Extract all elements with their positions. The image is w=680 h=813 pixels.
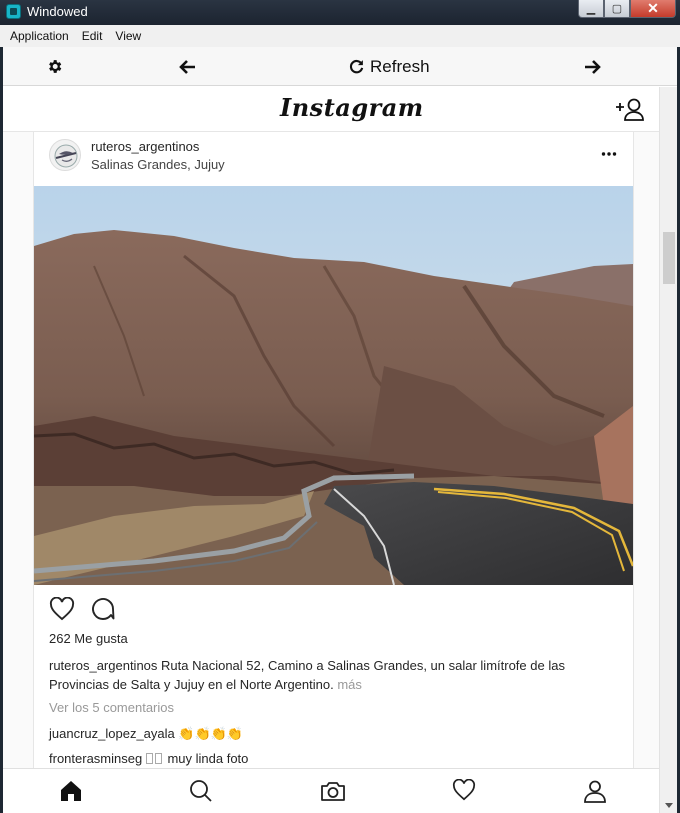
post-username[interactable]: ruteros_argentinos (91, 139, 199, 154)
close-button[interactable]: ✕ (630, 0, 676, 18)
caption-more-link[interactable]: más (334, 677, 362, 692)
menu-bar: Application Edit View (0, 25, 680, 47)
post-header: ruteros_argentinos Salinas Grandes, Juju… (34, 132, 633, 186)
window-border-left (0, 47, 3, 813)
app-window: Windowed ▁ ▢ ✕ Application Edit View Ref… (0, 0, 680, 813)
add-user-icon (616, 98, 644, 121)
menu-edit[interactable]: Edit (82, 29, 103, 43)
refresh-label: Refresh (370, 56, 430, 76)
avatar[interactable] (49, 139, 81, 171)
camera-icon (321, 782, 345, 801)
vertical-scrollbar[interactable] (659, 87, 677, 813)
emoji-placeholder (145, 753, 153, 764)
heart-icon[interactable] (49, 597, 75, 621)
nav-profile[interactable] (583, 779, 607, 808)
window-title: Windowed (27, 4, 88, 19)
nav-camera[interactable] (320, 779, 346, 808)
view-comments-link[interactable]: Ver los 5 comentarios (49, 700, 174, 715)
back-button[interactable] (176, 47, 198, 86)
nav-search[interactable] (189, 779, 213, 808)
scrollbar-thumb[interactable] (663, 232, 675, 284)
settings-button[interactable] (43, 47, 65, 86)
bottom-nav (3, 768, 659, 813)
comment-username[interactable]: fronterasminseg (49, 751, 142, 766)
refresh-button[interactable]: Refresh (348, 47, 430, 86)
menu-application[interactable]: Application (10, 29, 69, 43)
comment-text: 👏👏👏👏 (174, 726, 244, 741)
minimize-button[interactable]: ▁ (578, 0, 604, 18)
ellipsis-icon (601, 152, 617, 156)
feed[interactable]: ruteros_argentinos Salinas Grandes, Juju… (3, 132, 659, 768)
scroll-down-arrow-icon[interactable] (665, 803, 673, 808)
comment-icon[interactable] (91, 597, 115, 621)
toolbar: Refresh (3, 47, 678, 86)
title-bar: Windowed ▁ ▢ ✕ (0, 0, 680, 25)
mountain-road-photo (34, 186, 633, 585)
home-icon (61, 781, 81, 801)
arrow-left-icon (179, 59, 195, 74)
comment-text: muy linda foto (163, 751, 249, 766)
maximize-button[interactable]: ▢ (604, 0, 630, 18)
menu-view[interactable]: View (115, 29, 141, 43)
instagram-logo[interactable]: Instagram (280, 93, 424, 122)
arrow-right-icon (585, 59, 601, 74)
likes-count[interactable]: 262 Me gusta (49, 631, 128, 646)
nav-activity[interactable] (452, 778, 476, 806)
nav-home[interactable] (59, 779, 83, 808)
avatar-logo-icon (54, 144, 78, 168)
refresh-icon (349, 59, 364, 74)
post-actions (49, 597, 115, 621)
add-user-button[interactable] (614, 97, 646, 126)
gear-icon (48, 60, 61, 73)
profile-icon (584, 780, 606, 803)
caption-username[interactable]: ruteros_argentinos (49, 658, 157, 673)
emoji-placeholder (154, 753, 162, 764)
app-icon (6, 4, 21, 19)
comment-item: juancruz_lopez_ayala 👏👏👏👏 (49, 726, 243, 742)
post-caption: ruteros_argentinos Ruta Nacional 52, Cam… (49, 656, 619, 694)
post-photo[interactable] (34, 186, 633, 585)
instagram-header: Instagram (3, 87, 659, 132)
more-options-button[interactable] (601, 144, 617, 162)
post-card: ruteros_argentinos Salinas Grandes, Juju… (33, 132, 634, 768)
comment-username[interactable]: juancruz_lopez_ayala (49, 726, 175, 741)
heart-icon (452, 778, 476, 801)
forward-button[interactable] (582, 47, 604, 86)
search-icon (190, 780, 212, 802)
comment-item: fronterasminseg muy linda foto (49, 751, 248, 766)
post-location[interactable]: Salinas Grandes, Jujuy (91, 157, 225, 172)
